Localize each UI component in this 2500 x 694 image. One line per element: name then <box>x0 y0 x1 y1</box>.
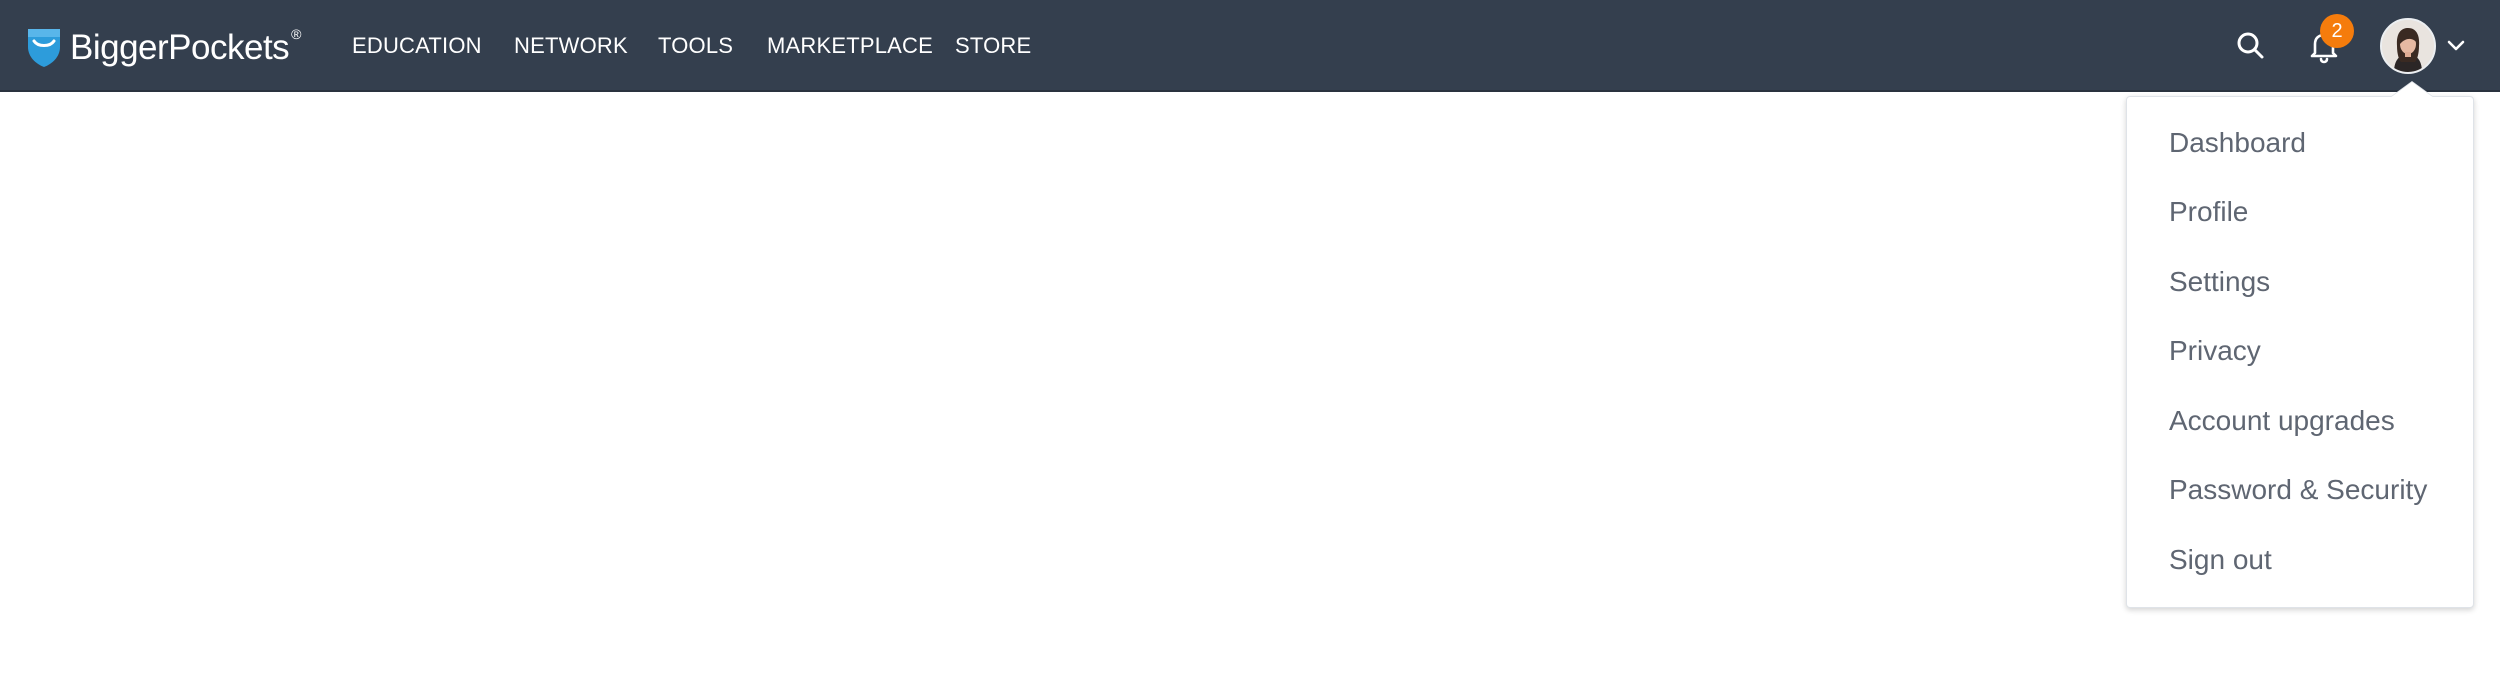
nav-item-store[interactable]: STORE <box>955 0 1031 92</box>
chevron-down-icon[interactable] <box>2444 34 2468 58</box>
user-avatar[interactable] <box>2380 18 2436 74</box>
dropdown-caret <box>2390 82 2434 98</box>
menu-item-sign-out[interactable]: Sign out <box>2169 538 2272 582</box>
nav-item-tools[interactable]: TOOLS <box>658 0 733 92</box>
user-avatar-image <box>2382 20 2434 72</box>
user-menu-dropdown: Dashboard Profile Settings Privacy Accou… <box>2126 96 2474 608</box>
nav-item-network[interactable]: NETWORK <box>514 0 628 92</box>
menu-item-password-security[interactable]: Password & Security <box>2169 468 2427 512</box>
registered-trademark: ® <box>291 26 302 42</box>
menu-item-settings[interactable]: Settings <box>2169 260 2270 304</box>
nav-item-education[interactable]: EDUCATION <box>352 0 482 92</box>
nav-item-marketplace[interactable]: MARKETPLACE <box>767 0 933 92</box>
top-navigation-bar: BiggerPockets ® EDUCATION NETWORK TOOLS … <box>0 0 2500 92</box>
biggerpockets-logo[interactable]: BiggerPockets ® <box>26 24 302 70</box>
menu-item-profile[interactable]: Profile <box>2169 190 2248 234</box>
notification-count-badge: 2 <box>2320 14 2354 48</box>
menu-item-dashboard[interactable]: Dashboard <box>2169 121 2306 165</box>
menu-item-account-upgrades[interactable]: Account upgrades <box>2169 399 2395 443</box>
search-button[interactable] <box>2227 22 2275 70</box>
logo-wordmark: BiggerPockets <box>70 27 290 67</box>
biggerpockets-shield-icon <box>28 29 60 67</box>
menu-item-privacy[interactable]: Privacy <box>2169 329 2261 373</box>
search-icon <box>2237 32 2264 59</box>
